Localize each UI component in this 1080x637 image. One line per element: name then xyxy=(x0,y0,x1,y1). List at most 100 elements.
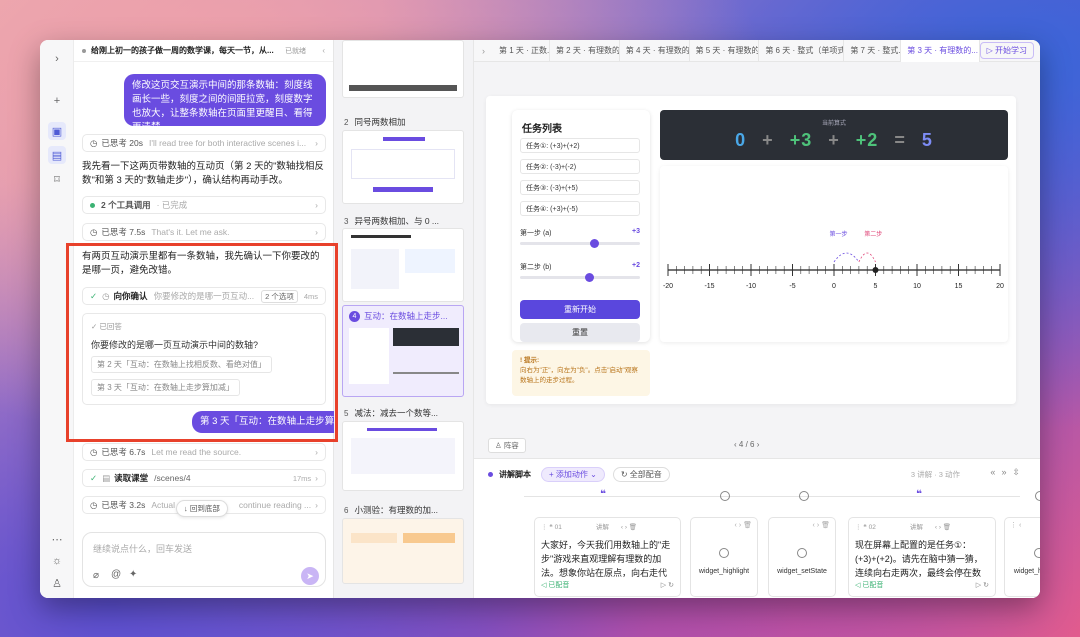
chevron-right-icon[interactable]: › xyxy=(48,50,66,68)
slide-thumb[interactable] xyxy=(342,421,464,491)
double-right-icon[interactable]: » xyxy=(1001,467,1012,477)
plus-icon[interactable]: + xyxy=(48,92,66,110)
all-voice-button[interactable]: ↻ 全部配音 xyxy=(612,467,670,482)
chat-input-box[interactable]: 继续说点什么，回车发送 ⌀ @ ✦ ➤ xyxy=(82,532,326,587)
outline-item[interactable]: 6 小测验：有理数的加... xyxy=(344,504,438,516)
more-icon[interactable]: ⋯ xyxy=(48,530,66,548)
bookmark-icon[interactable]: ⌑ xyxy=(48,170,66,188)
at-icon[interactable]: @ xyxy=(111,569,121,580)
circle-icon xyxy=(1035,491,1040,501)
read-path: /scenes/4 xyxy=(154,473,191,483)
restart-button[interactable]: 重新开始 xyxy=(520,300,640,319)
script-card[interactable]: ⋮ ❝ 01 讲解 ‹ › 🗑 大家好，今天我们用数轴上的"走步"游戏来直观理解有理… xyxy=(534,517,681,597)
circle-icon xyxy=(720,491,730,501)
slide-thumb-active[interactable]: 4 互动：在数轴上走步... xyxy=(342,305,464,397)
widget-card[interactable]: ‹ › 🗑 widget_highlight xyxy=(690,517,758,597)
chat-icon[interactable]: ▣ xyxy=(48,122,66,140)
timeline-node[interactable] xyxy=(720,491,730,503)
user-icon[interactable]: ♙ xyxy=(48,574,66,592)
reset-button[interactable]: 重置 xyxy=(520,323,640,342)
chevron-left-icon[interactable]: ‹ xyxy=(322,46,325,55)
tab-day-5[interactable]: 第 5 天 · 有理数的... xyxy=(690,40,760,62)
tab-day-1[interactable]: 第 1 天 · 正数... xyxy=(493,40,550,62)
play-icon[interactable]: ▷ ↻ xyxy=(976,579,989,593)
chevron-right-icon[interactable]: › xyxy=(754,440,760,449)
task-item[interactable]: 任务④: (+3)+(-5) xyxy=(520,201,640,216)
read-row[interactable]: ✓ ▤ 读取课堂 /scenes/4 17ms › xyxy=(82,469,326,487)
card-text[interactable]: 大家好，今天我们用数轴上的"走步"游戏来直观理解有理数的加法。想象你站在原点，向… xyxy=(541,538,674,580)
outline-item[interactable]: 5 减法：减去一个数等... xyxy=(344,407,438,419)
tool-calls-row[interactable]: 2 个工具调用 · 已完成 › xyxy=(82,196,326,214)
user-icon: ♙ xyxy=(495,441,504,450)
send-button[interactable]: ➤ xyxy=(301,567,319,585)
tab-day-6[interactable]: 第 6 天 · 整式（单项式与... xyxy=(759,40,845,62)
back-to-bottom-button[interactable]: ↓ 回到底部 xyxy=(176,500,228,517)
outline-label: 异号两数相加、与 0 ... xyxy=(354,216,439,226)
step2-slider[interactable] xyxy=(520,273,640,282)
outline-label: 小测验：有理数的加... xyxy=(354,505,439,515)
think-row[interactable]: ◷ 已思考 20s I'll read tree for both intera… xyxy=(82,134,326,152)
think-label: 已思考 20s xyxy=(101,138,143,148)
script-panel: 讲解脚本 + 添加动作 ⌄ ↻ 全部配音 3 讲解 · 3 动作 «»⇳ ❝ ❝… xyxy=(474,458,1040,598)
outline-label: 同号两数相加 xyxy=(354,117,406,127)
tab-day-7[interactable]: 第 7 天 · 整式... xyxy=(844,40,902,62)
card-header: ⋮ ❝ 02 讲解 ‹ › 🗑 xyxy=(855,521,951,535)
slide-thumb[interactable] xyxy=(342,518,464,584)
start-learning-button[interactable]: ▷ 开始学习 xyxy=(979,42,1035,59)
sparkle-icon[interactable]: ✦ xyxy=(129,569,137,580)
slider-knob[interactable] xyxy=(589,239,599,248)
step1-label: 第一步 (a) xyxy=(520,230,552,237)
add-action-button[interactable]: + 添加动作 ⌄ xyxy=(541,467,605,482)
task-item[interactable]: 任务②: (-3)+(-2) xyxy=(520,159,640,174)
tick-label: 10 xyxy=(913,283,921,290)
outline-num: 6 xyxy=(344,505,349,515)
chevron-right-icon[interactable]: › xyxy=(474,46,493,56)
split-icon[interactable]: ⇳ xyxy=(1012,467,1026,477)
expression-label: 当前算式 xyxy=(821,121,846,127)
thumb-box xyxy=(405,249,455,273)
slide-thumb[interactable] xyxy=(342,228,464,302)
dot-icon xyxy=(488,472,493,477)
quote-icon[interactable]: ❝ xyxy=(600,489,606,500)
slide-thumb[interactable] xyxy=(342,40,464,98)
tip-title: 提示: xyxy=(523,357,540,364)
card-controls[interactable]: ‹ › 🗑 xyxy=(774,521,830,529)
double-left-icon[interactable]: « xyxy=(990,467,1001,477)
step1-slider[interactable] xyxy=(520,239,640,248)
slide-thumb[interactable] xyxy=(342,130,464,204)
card-controls[interactable]: ‹ › 🗑 xyxy=(621,524,637,531)
widget-card[interactable]: ⋮ ‹ widget_highlight xyxy=(1004,517,1040,597)
task-item[interactable]: 任务①: (+3)+(+2) xyxy=(520,138,640,153)
sun-icon[interactable]: ☼ xyxy=(48,552,66,570)
chat-input-placeholder[interactable]: 继续说点什么，回车发送 xyxy=(93,542,192,555)
card-text[interactable]: 现在屏幕上配置的是任务①：(+3)+(+2)。请先在脑中猜一猜，连续向右走两次，… xyxy=(855,538,989,580)
card-controls[interactable]: ‹ › 🗑 xyxy=(696,521,752,529)
play-icon[interactable]: ▷ ↻ xyxy=(661,579,674,593)
tab-day-2[interactable]: 第 2 天 · 有理数的... xyxy=(550,40,620,62)
think-sub: I'll read tree for both interactive scen… xyxy=(149,138,307,148)
tab-day-4[interactable]: 第 4 天 · 有理数的... xyxy=(620,40,690,62)
card-controls[interactable]: ‹ › 🗑 xyxy=(935,524,951,531)
widget-card[interactable]: ‹ › 🗑 widget_setState xyxy=(768,517,836,597)
task-item[interactable]: 任务③: (-3)+(+5) xyxy=(520,180,640,195)
timeline-node[interactable] xyxy=(799,491,809,503)
book-icon[interactable]: ▤ xyxy=(48,146,66,164)
attach-icon[interactable]: ⌀ xyxy=(93,570,99,581)
quote-icon[interactable]: ❝ xyxy=(916,489,922,500)
outline-item[interactable]: 3 异号两数相加、与 0 ... xyxy=(344,215,439,227)
layout-button[interactable]: ♙ 阵容 xyxy=(488,438,526,453)
scene-canvas: 任务列表 任务①: (+3)+(+2) 任务②: (-3)+(-2) 任务③: … xyxy=(486,96,1016,404)
outline-item[interactable]: 2 同号两数相加 xyxy=(344,116,405,128)
tick-label: -10 xyxy=(746,283,756,290)
think-row[interactable]: ◷ 已思考 6.7s Let me read the source. › xyxy=(82,443,326,461)
slider-knob[interactable] xyxy=(585,273,595,282)
script-card[interactable]: ⋮ ❝ 02 讲解 ‹ › 🗑 现在屏幕上配置的是任务①：(+3)+(+2)。请先在… xyxy=(848,517,996,597)
think-sub-2: continue reading ... xyxy=(238,500,312,510)
tab-day-3[interactable]: 第 3 天 · 有理数的...× xyxy=(901,40,980,62)
timeline-node[interactable] xyxy=(1035,491,1040,503)
green-dot-icon xyxy=(90,202,95,208)
card-controls[interactable]: ⋮ ‹ xyxy=(1010,521,1040,529)
think-row[interactable]: ◷ 已思考 7.5s That's it. Let me ask. › xyxy=(82,223,326,241)
script-stats: 3 讲解 · 3 动作 xyxy=(910,470,960,479)
expr-eq: = xyxy=(894,130,906,150)
